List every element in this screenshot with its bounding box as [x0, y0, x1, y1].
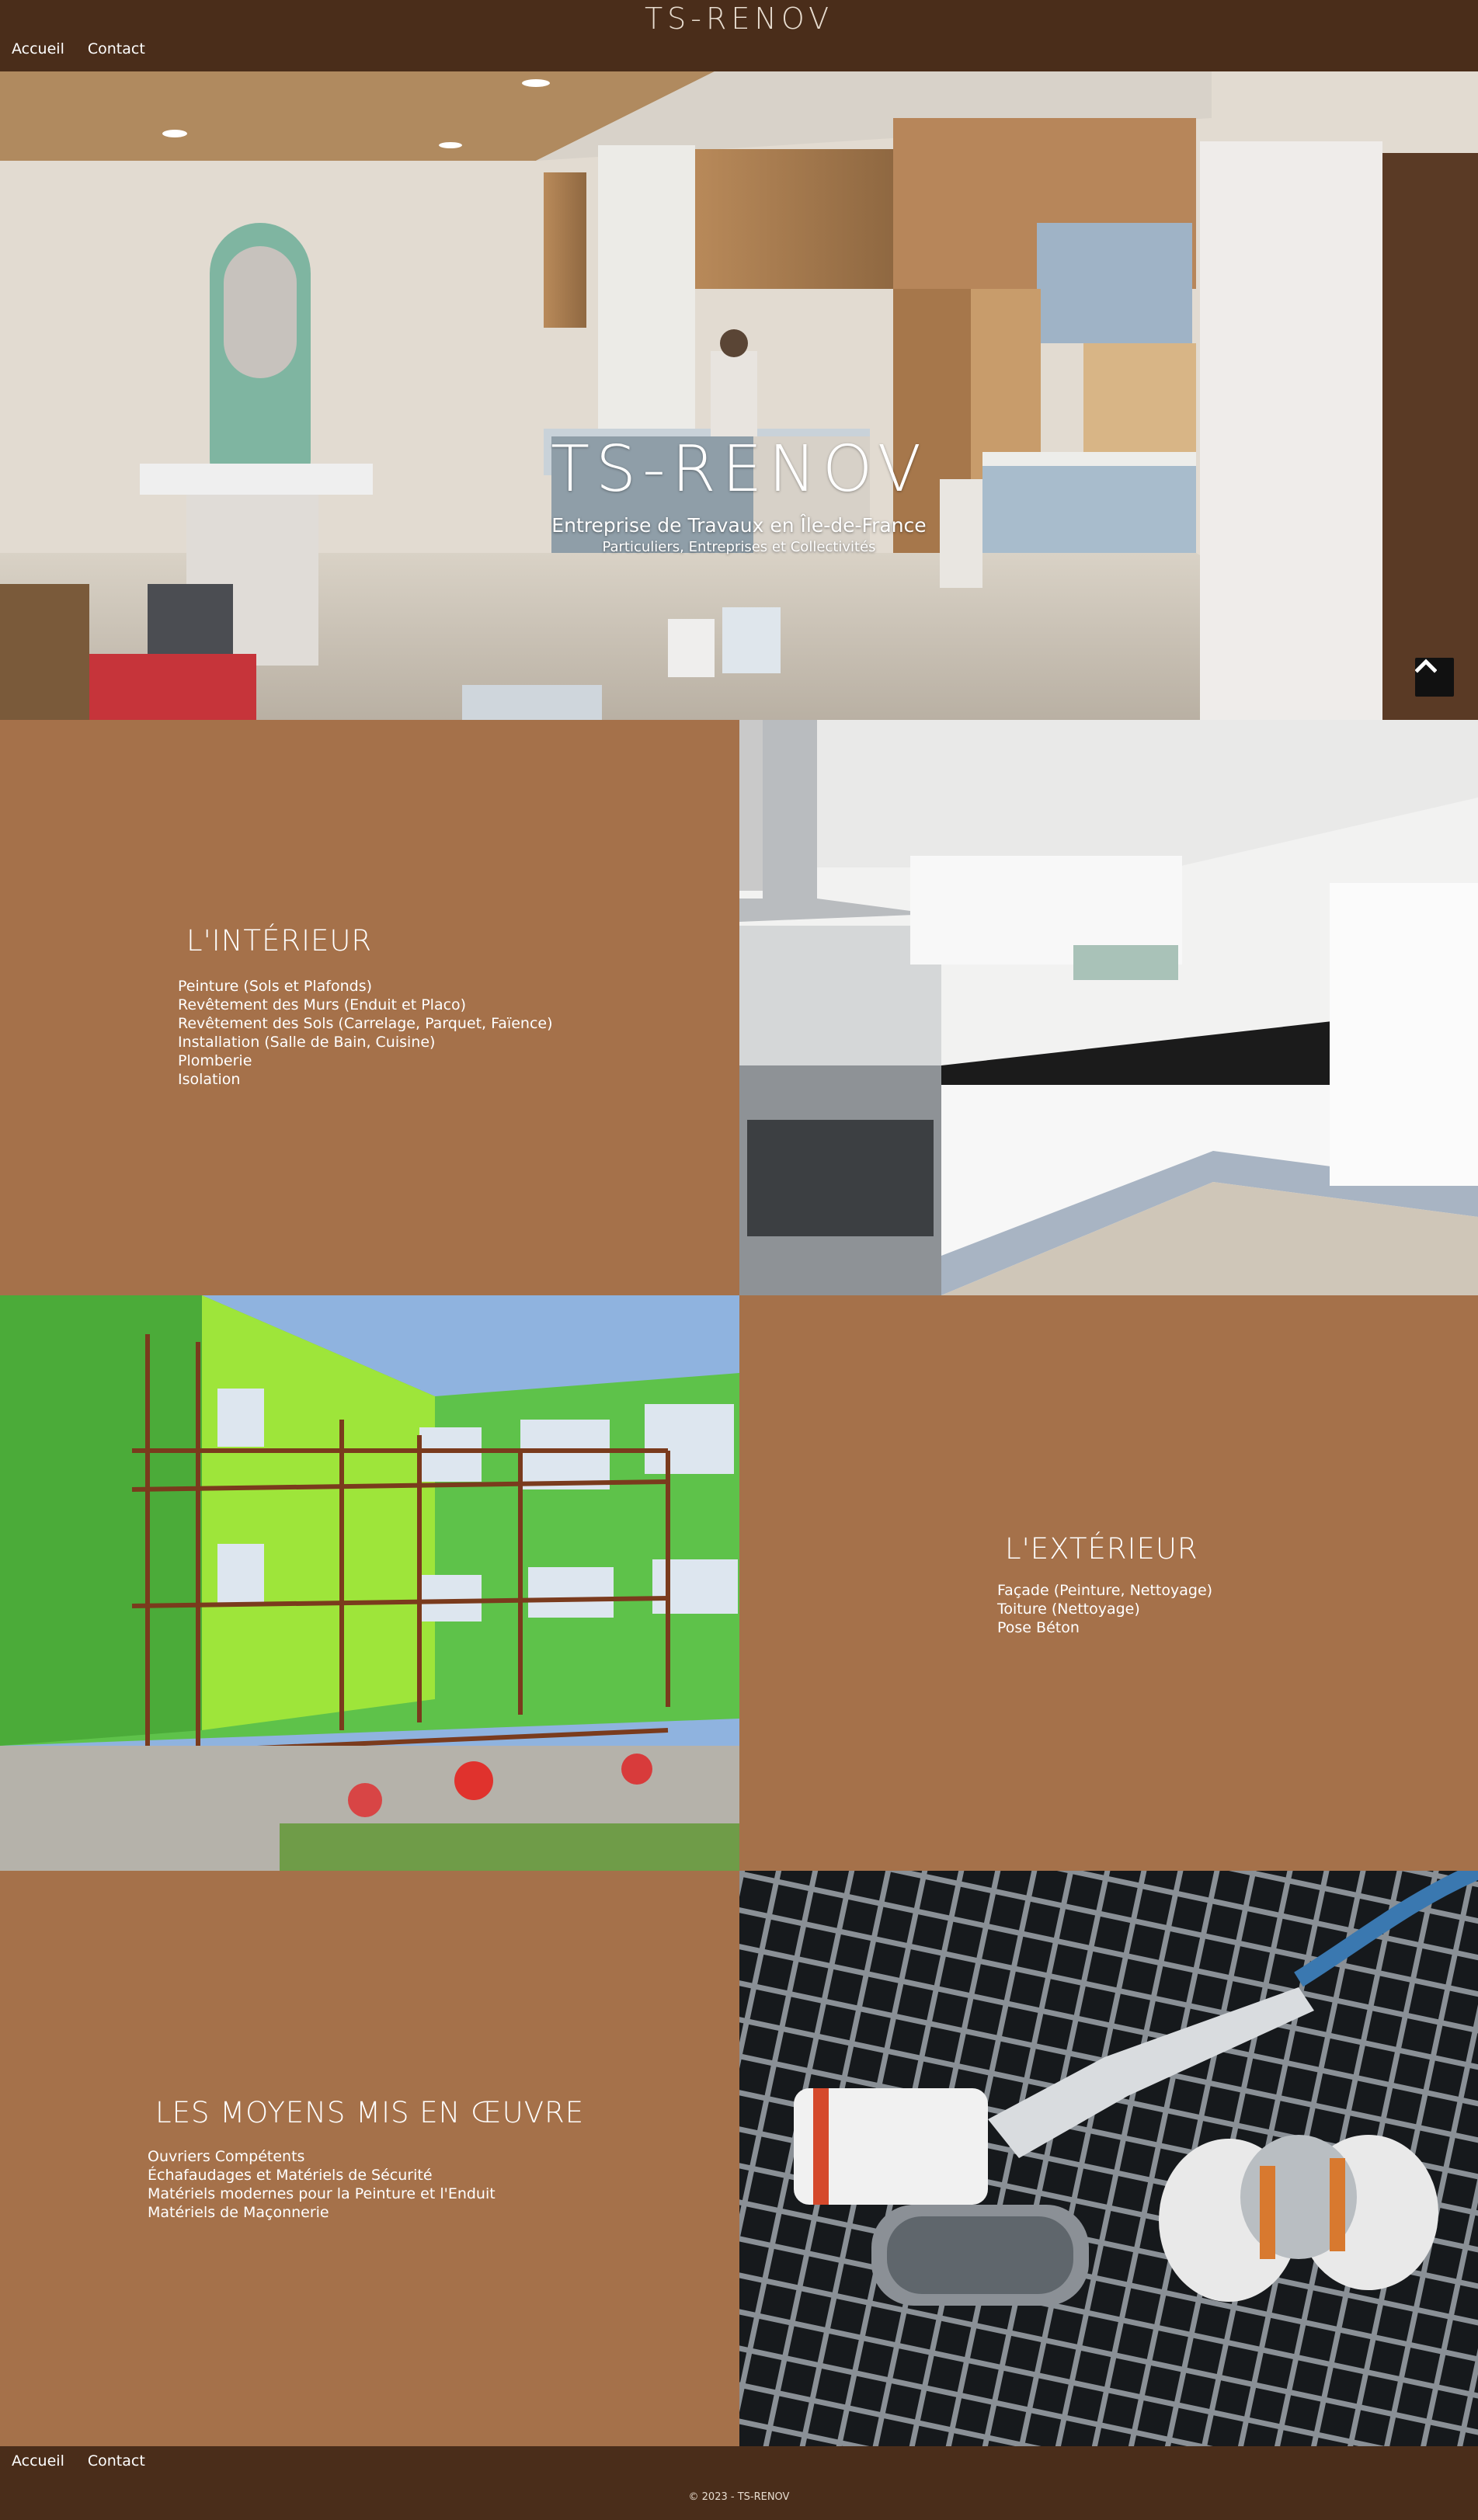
means-item: Matériels modernes pour la Peinture et l… — [148, 2185, 496, 2202]
interior-item: Plomberie — [178, 1052, 252, 1069]
exterior-section: L'EXTÉRIEUR Façade (Peinture, Nettoyage)… — [739, 1295, 1478, 1871]
nav-link-contact[interactable]: Contact — [88, 40, 145, 57]
site-footer: Accueil Contact © 2023 - TS-RENOV — [0, 2446, 1478, 2520]
site-title: TS-RENOV — [644, 2, 834, 36]
nav-link-home[interactable]: Accueil — [12, 40, 64, 57]
means-list: Ouvriers Compétents Échafaudages et Maté… — [148, 2147, 496, 2222]
hero-banner: TS-RENOV Entreprise de Travaux en Île-de… — [0, 71, 1478, 720]
footer-link-home[interactable]: Accueil — [12, 2452, 64, 2470]
means-section: LES MOYENS MIS EN ŒUVRE Ouvriers Compéte… — [0, 1871, 739, 2446]
interior-image — [739, 720, 1478, 1295]
means-image — [739, 1871, 1478, 2446]
exterior-item: Pose Béton — [997, 1619, 1080, 1636]
interior-list: Peinture (Sols et Plafonds) Revêtement d… — [178, 977, 553, 1089]
means-heading: LES MOYENS MIS EN ŒUVRE — [155, 2096, 585, 2129]
means-item: Ouvriers Compétents — [148, 2148, 305, 2165]
spray-equipment-image — [739, 1871, 1478, 2446]
hero-title: TS-RENOV — [550, 433, 928, 506]
means-item: Matériels de Maçonnerie — [148, 2204, 329, 2221]
hero-tagline: Particuliers, Entreprises et Collectivit… — [602, 539, 876, 555]
means-item: Échafaudages et Matériels de Sécurité — [148, 2167, 433, 2184]
hero-kitchen-image — [0, 71, 1478, 720]
top-nav: Accueil Contact — [12, 40, 145, 57]
interior-item: Installation (Salle de Bain, Cuisine) — [178, 1034, 436, 1051]
exterior-image — [0, 1295, 739, 1871]
interior-item: Isolation — [178, 1071, 241, 1088]
interior-item: Revêtement des Murs (Enduit et Placo) — [178, 996, 467, 1013]
hero-subtitle: Entreprise de Travaux en Île-de-France — [551, 514, 927, 537]
exterior-list: Façade (Peinture, Nettoyage) Toiture (Ne… — [997, 1581, 1212, 1637]
copyright-text: © 2023 - TS-RENOV — [688, 2491, 790, 2503]
white-kitchen-image — [739, 720, 1478, 1295]
chevron-up-icon — [1415, 659, 1437, 673]
exterior-item: Façade (Peinture, Nettoyage) — [997, 1582, 1213, 1599]
exterior-item: Toiture (Nettoyage) — [997, 1601, 1140, 1618]
footer-nav: Accueil Contact — [12, 2452, 145, 2470]
interior-item: Revêtement des Sols (Carrelage, Parquet,… — [178, 1015, 553, 1032]
interior-item: Peinture (Sols et Plafonds) — [178, 978, 373, 995]
site-header: TS-RENOV Accueil Contact — [0, 0, 1478, 71]
interior-heading: L'INTÉRIEUR — [186, 924, 373, 958]
scroll-to-top-button[interactable] — [1415, 658, 1454, 697]
interior-section: L'INTÉRIEUR Peinture (Sols et Plafonds) … — [0, 720, 739, 1295]
exterior-heading: L'EXTÉRIEUR — [1005, 1532, 1198, 1566]
footer-link-contact[interactable]: Contact — [88, 2452, 145, 2470]
facade-scaffold-image — [0, 1295, 739, 1871]
